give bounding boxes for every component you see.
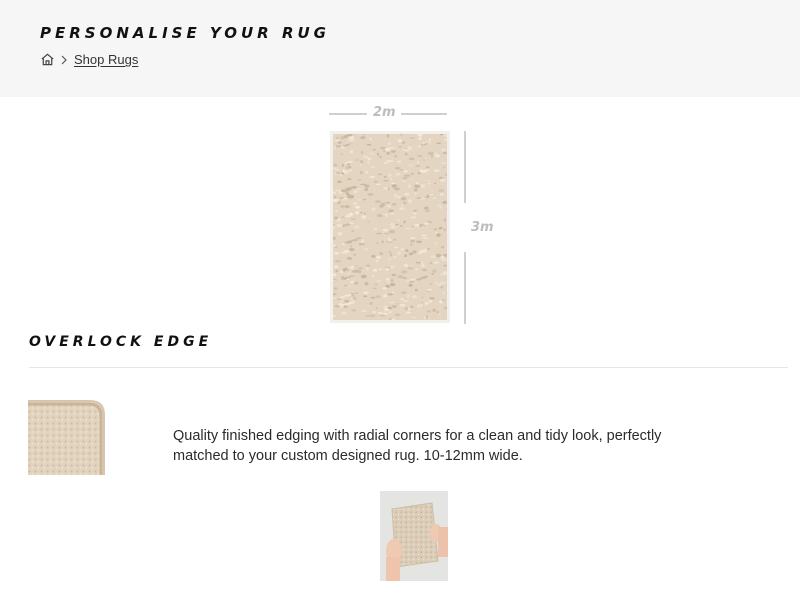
overlock-edge-description: Quality finished edging with radial corn… bbox=[173, 428, 662, 464]
height-dimension-line-top bbox=[464, 131, 466, 203]
rug-sample-in-hands-image bbox=[380, 491, 448, 581]
chevron-right-icon bbox=[59, 54, 69, 66]
width-dimension-line-left bbox=[329, 113, 367, 115]
overlock-edge-sample-image bbox=[28, 398, 106, 475]
rug-preview bbox=[330, 131, 450, 323]
height-dimension-line-bottom bbox=[464, 252, 466, 324]
height-dimension-label: 3m bbox=[471, 220, 494, 235]
section-divider bbox=[29, 367, 788, 368]
breadcrumb-shop-rugs-link[interactable]: Shop Rugs bbox=[74, 52, 138, 67]
home-icon[interactable] bbox=[40, 52, 55, 67]
page-title: PERSONALISE YOUR RUG bbox=[40, 24, 330, 42]
page-header: PERSONALISE YOUR RUG Shop Rugs bbox=[0, 0, 800, 97]
width-dimension-label: 2m bbox=[373, 105, 396, 120]
overlock-edge-title: OVERLOCK EDGE bbox=[29, 334, 213, 350]
width-dimension-line-right bbox=[401, 113, 447, 115]
breadcrumb: Shop Rugs bbox=[40, 52, 138, 67]
